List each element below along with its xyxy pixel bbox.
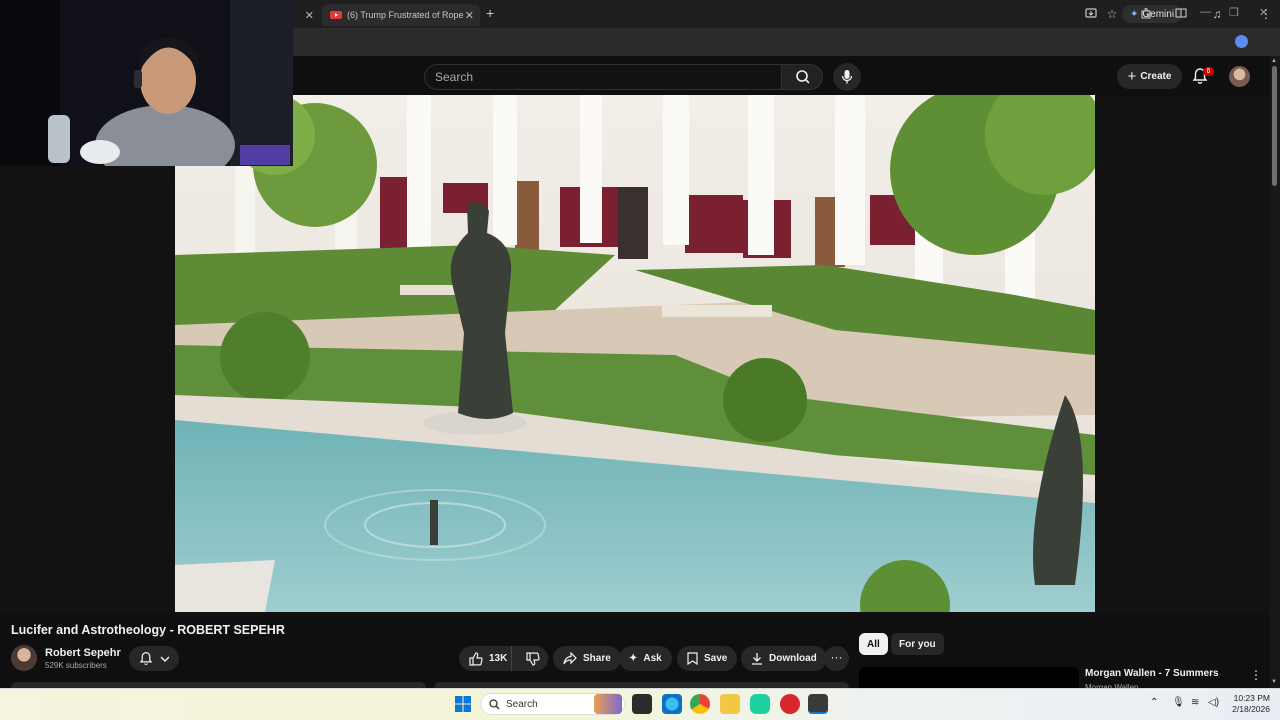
download-icon [752,653,762,665]
more-actions-button[interactable]: ··· [824,646,849,671]
chrome-browser-icon[interactable] [690,694,710,714]
download-label: Download [769,653,817,664]
extensions-icon[interactable] [1139,7,1153,21]
thumbs-down-icon [526,651,540,666]
search-icon [796,70,810,84]
create-button[interactable]: + Create [1117,64,1182,89]
bell-icon [139,652,152,666]
taskbar-search-label: Search [506,698,538,710]
ask-label: Ask [643,653,662,664]
chip-for-you[interactable]: For you [891,633,944,655]
thumbs-up-icon [469,651,483,666]
new-tab-button[interactable]: + [486,5,494,21]
search-input[interactable]: Search [424,64,782,90]
create-label: Create [1140,71,1172,82]
search-button[interactable] [781,64,823,90]
bookmark-star-icon[interactable]: ☆ [1105,7,1119,21]
like-button[interactable]: 13K [459,646,512,671]
webcam-feed-image [0,0,293,166]
search-highlight-icon[interactable] [594,694,622,714]
scroll-down-arrow-icon[interactable]: ▼ [1271,679,1277,685]
youtube-favicon-icon [330,11,342,19]
video-frame-image [175,95,1095,612]
scrollbar-thumb[interactable] [1272,66,1277,186]
video-title: Lucifer and Astrotheology - ROBERT SEPEH… [11,623,285,637]
browser-menu-icon[interactable]: ⋮ [1259,7,1273,21]
save-button[interactable]: Save [677,646,738,671]
sparkle-icon: ✦ [629,653,638,664]
windows-start-icon[interactable] [455,696,471,717]
webcam-overlay [0,0,293,166]
wifi-icon[interactable]: ≋ [1191,697,1199,708]
share-button[interactable]: Share [553,646,621,671]
file-explorer-icon[interactable] [720,694,740,714]
voice-search-button[interactable] [833,63,861,91]
recommendation-menu-icon[interactable]: ⋮ [1250,668,1262,682]
tab-title: (6) Trump Frustrated of Rope Cl [347,10,465,20]
clock-time: 10:23 PM [1233,693,1270,703]
dislike-button[interactable] [518,651,548,666]
like-dislike-group: 13K [459,646,548,671]
search-icon [489,698,500,709]
chip-all[interactable]: All [859,633,888,655]
tab-close-icon[interactable]: ✕ [305,9,314,22]
chevron-down-icon [160,656,169,662]
notification-count-badge: 6 [1203,67,1214,76]
obs-app-icon[interactable] [808,694,828,714]
scroll-up-arrow-icon[interactable]: ▲ [1271,58,1277,64]
edge-browser-icon[interactable] [662,694,682,714]
channel-avatar[interactable] [11,645,37,671]
browser-tab-active[interactable]: (6) Trump Frustrated of Rope Cl ✕ [322,4,480,26]
share-arrow-icon [563,652,577,665]
bookmark-icon [687,652,698,665]
task-view-icon[interactable] [632,694,652,714]
show-hidden-icons-chevron-icon[interactable]: ⌃ [1150,697,1158,708]
account-avatar[interactable] [1229,66,1250,87]
save-label: Save [704,653,728,664]
media-controls-icon[interactable]: ♫ [1210,7,1224,21]
tab-close-icon[interactable]: ✕ [465,9,474,22]
microphone-icon [841,70,853,84]
browser-profile-avatar[interactable] [1235,35,1248,48]
channel-name[interactable]: Robert Sepehr [45,647,121,659]
subscription-notifications-button[interactable] [129,646,179,671]
gemini-sparkle-icon: ✦ [1130,8,1139,20]
clock-date: 2/18/2026 [1232,704,1270,714]
media-app-icon[interactable] [780,694,800,714]
install-app-icon[interactable] [1084,7,1098,21]
maximize-button[interactable]: ❐ [1229,6,1239,19]
download-button[interactable]: Download [741,646,827,671]
ask-button[interactable]: ✦ Ask [619,646,672,671]
subscriber-count: 529K subscribers [45,661,107,670]
chat-app-icon[interactable] [750,694,770,714]
plus-icon: + [1127,68,1137,85]
recommendation-title[interactable]: Morgan Wallen - 7 Summers [1085,668,1219,679]
recommendation-thumbnail[interactable] [859,667,1079,688]
like-count: 13K [489,653,508,664]
share-label: Share [583,653,611,664]
volume-icon[interactable]: ◁) [1208,697,1219,708]
split-view-icon[interactable] [1174,7,1188,21]
video-player[interactable] [175,95,1095,612]
system-clock[interactable]: 10:23 PM 2/18/2026 [1228,693,1270,715]
microphone-tray-icon[interactable]: 🎙 [1172,697,1185,708]
